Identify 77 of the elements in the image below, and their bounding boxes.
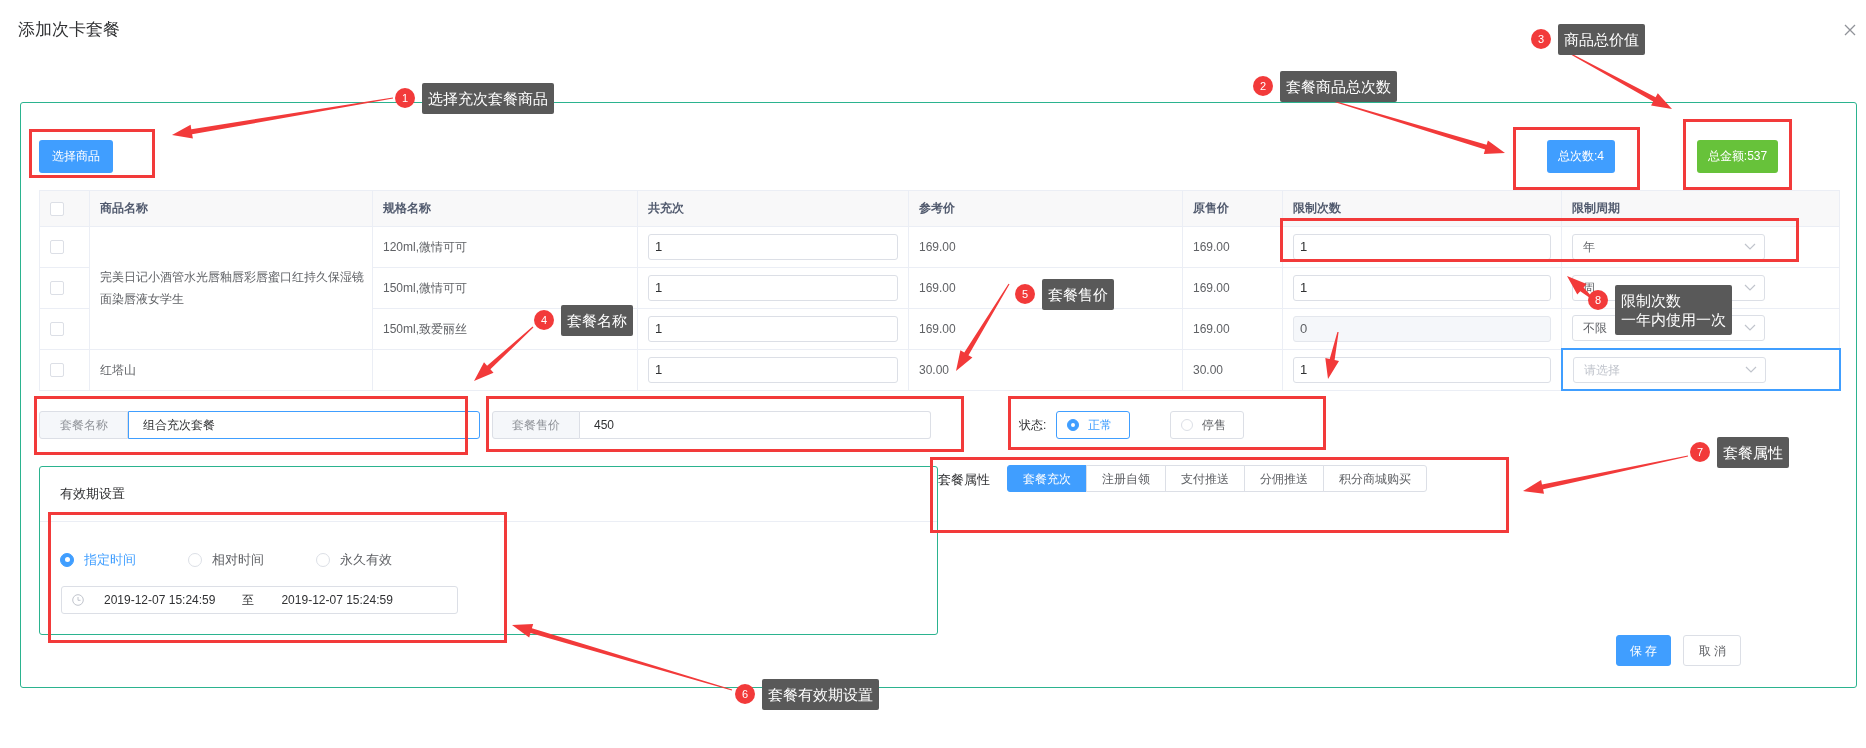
start-date: 2019-12-07 15:24:59 (104, 591, 216, 609)
callout-tooltip: 限制次数 一年内使用一次 (1615, 285, 1732, 335)
validity-option[interactable]: 相对时间 (212, 550, 264, 570)
validity-title: 有效期设置 (60, 485, 125, 504)
arrow (474, 326, 534, 381)
checkbox[interactable] (50, 281, 64, 296)
range-separator: 至 (242, 591, 255, 609)
spec-name: 150ml,微情可可 (383, 280, 468, 295)
callout-number: 4 (534, 310, 554, 330)
checkbox[interactable] (50, 322, 64, 337)
checkbox[interactable] (50, 240, 64, 255)
original-price: 169.00 (1193, 321, 1230, 336)
count-input[interactable]: 1 (648, 274, 898, 301)
original-price: 30.00 (1193, 362, 1224, 377)
attribute-tab[interactable]: 积分商城购买 (1323, 465, 1427, 492)
clock-icon (72, 593, 84, 606)
package-price-label: 套餐售价 (492, 411, 580, 439)
package-name-input[interactable]: 组合充次套餐 (128, 411, 480, 439)
callout-number: 6 (735, 684, 755, 704)
column-header: 限制周期 (1561, 190, 1840, 226)
product-name: 完美日记小酒管水光唇釉唇彩唇蜜口红持久保湿镜面染唇液女学生 (100, 269, 364, 306)
reference-price: 169.00 (919, 239, 956, 254)
original-price: 169.00 (1193, 239, 1230, 254)
reference-price: 169.00 (919, 321, 956, 336)
chevron-down-icon (1744, 324, 1756, 333)
attributes-label: 套餐属性 (938, 471, 991, 489)
count-input[interactable]: 1 (648, 233, 898, 260)
callout-tooltip: 套餐属性 (1717, 437, 1789, 468)
count-input[interactable]: 1 (648, 356, 898, 383)
column-header: 原售价 (1182, 190, 1283, 226)
column-header: 规格名称 (372, 190, 638, 226)
original-price: 169.00 (1193, 280, 1230, 295)
callout-tooltip: 套餐售价 (1042, 279, 1114, 310)
status-label: 状态: (1019, 417, 1047, 434)
reference-price: 30.00 (919, 362, 950, 377)
end-date: 2019-12-07 15:24:59 (281, 591, 393, 609)
spec-name: 120ml,微情可可 (383, 239, 468, 254)
callout-number: 3 (1531, 29, 1551, 49)
callout-number: 7 (1690, 442, 1710, 462)
callout-number: 2 (1253, 76, 1273, 96)
callout-tooltip: 套餐有效期设置 (762, 679, 879, 710)
column-header: 商品名称 (89, 190, 373, 226)
chevron-down-icon (1744, 283, 1756, 292)
attribute-tab[interactable]: 分佣推送 (1244, 465, 1324, 492)
callout-tooltip: 套餐商品总次数 (1280, 71, 1397, 102)
attribute-tab[interactable]: 注册自领 (1086, 465, 1166, 492)
chevron-down-icon (1744, 242, 1756, 251)
column-header: 限制次数 (1282, 190, 1562, 226)
close-icon[interactable] (1844, 23, 1856, 36)
status-option[interactable]: 停售 (1170, 411, 1245, 439)
cancel-button[interactable]: 取消 (1683, 635, 1741, 666)
attribute-tab[interactable]: 支付推送 (1165, 465, 1245, 492)
limit-count-input[interactable]: 1 (1293, 274, 1551, 301)
validity-option[interactable]: 永久有效 (340, 550, 392, 570)
callout-tooltip: 选择充次套餐商品 (422, 83, 554, 114)
date-range-field[interactable]: 2019-12-07 15:24:59 至 2019-12-07 15:24:59 (61, 585, 458, 614)
callout-number: 5 (1015, 284, 1035, 304)
spec-name: 150ml,致爱丽丝 (383, 321, 468, 336)
limit-count-input[interactable]: 1 (1293, 356, 1551, 383)
period-select[interactable]: 年 (1572, 233, 1765, 260)
product-name: 红塔山 (100, 362, 136, 377)
reference-price: 169.00 (919, 280, 956, 295)
callout-tooltip: 商品总价值 (1558, 24, 1645, 55)
checkbox[interactable] (50, 363, 64, 378)
dialog-title: 添加次卡套餐 (18, 19, 120, 41)
package-price-input[interactable]: 450 (580, 411, 931, 439)
limit-count-input[interactable]: 1 (1293, 233, 1551, 260)
arrow (1325, 331, 1339, 379)
chevron-down-icon (1744, 365, 1757, 374)
column-header: 共充次 (637, 190, 909, 226)
count-input[interactable]: 1 (648, 315, 898, 342)
column-header: 参考价 (908, 190, 1183, 226)
radio-button[interactable] (60, 552, 74, 567)
callout-number: 1 (395, 88, 415, 108)
callout-tooltip: 套餐名称 (561, 305, 633, 336)
checkbox[interactable] (50, 201, 64, 216)
package-name-label: 套餐名称 (39, 411, 128, 439)
